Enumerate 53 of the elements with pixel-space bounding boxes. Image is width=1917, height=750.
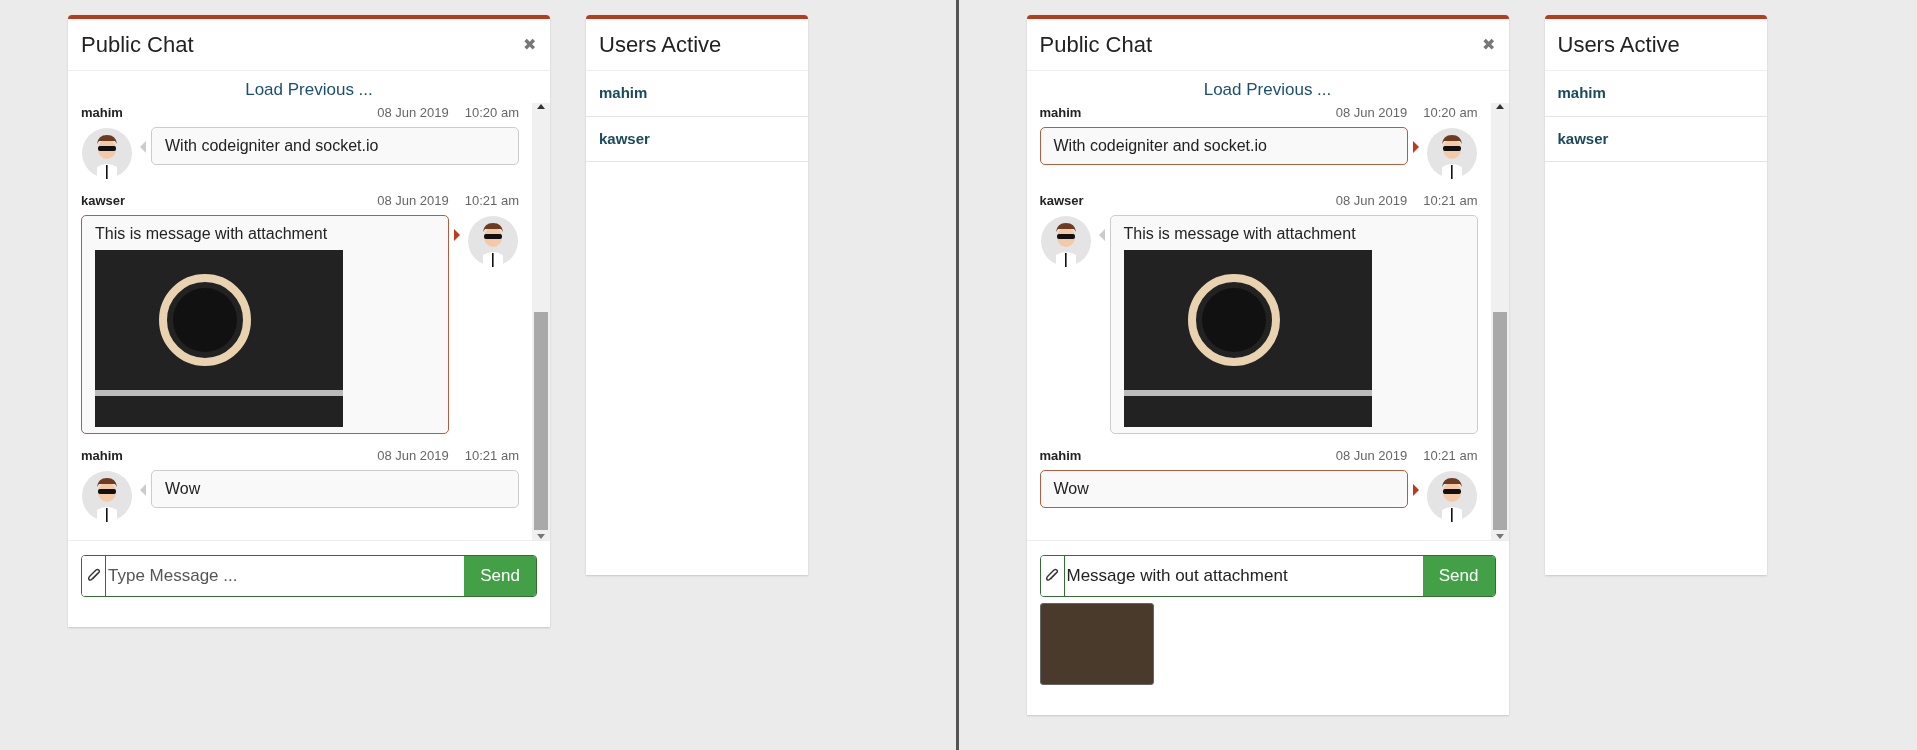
message-time: 10:21 am xyxy=(1423,446,1478,465)
message-text: With codeigniter and socket.io xyxy=(1053,135,1268,156)
message-composer[interactable]: Message with out attachment Send xyxy=(1039,554,1496,597)
message-text: Wow xyxy=(1053,478,1090,499)
load-previous-link[interactable]: Load Previous ... xyxy=(1203,77,1332,103)
panel-title: Public Chat xyxy=(1039,31,1152,59)
sender-name: kawser xyxy=(81,191,126,210)
message-date: 08 Jun 2019 xyxy=(1335,446,1408,465)
message-time: 10:21 am xyxy=(1423,191,1478,210)
message-date: 08 Jun 2019 xyxy=(1335,103,1408,122)
close-button[interactable]: ✖ xyxy=(523,32,536,57)
pointer-icon xyxy=(1098,228,1105,241)
sender-name: mahim xyxy=(81,446,123,465)
message-time: 10:21 am xyxy=(464,191,519,210)
avatar-icon xyxy=(467,214,519,267)
message-text: This is message with attachment xyxy=(1123,223,1357,244)
pointer-icon xyxy=(1412,140,1419,153)
sender-name: mahim xyxy=(1039,103,1082,122)
message-date: 08 Jun 2019 xyxy=(377,191,449,210)
panel-title: Users Active xyxy=(1557,31,1680,59)
close-button[interactable]: ✖ xyxy=(1481,32,1495,57)
pointer-icon xyxy=(1412,483,1419,496)
message-date: 08 Jun 2019 xyxy=(377,446,449,465)
avatar-icon xyxy=(1039,214,1092,267)
message-date: 08 Jun 2019 xyxy=(1335,191,1408,210)
message-time: 10:21 am xyxy=(464,446,519,465)
message-time: 10:20 am xyxy=(464,103,519,122)
load-previous-link[interactable]: Load Previous ... xyxy=(245,77,373,103)
paperclip-icon[interactable] xyxy=(1040,555,1065,596)
panel-title: Users Active xyxy=(599,31,722,59)
avatar-icon xyxy=(1425,126,1478,179)
sender-name: kawser xyxy=(1039,191,1084,210)
user-item[interactable]: kawser xyxy=(586,116,808,162)
scrollbar[interactable] xyxy=(532,102,550,540)
user-item[interactable]: kawser xyxy=(1544,116,1767,162)
user-item[interactable]: mahim xyxy=(586,71,808,117)
panel-title: Public Chat xyxy=(81,31,194,59)
scroll-up-icon[interactable] xyxy=(536,102,546,111)
avatar-icon xyxy=(81,126,133,179)
scrollbar[interactable] xyxy=(1490,102,1509,540)
sender-name: mahim xyxy=(1039,446,1082,465)
message-text: This is message with attachment xyxy=(95,223,329,244)
sender-name: mahim xyxy=(81,103,123,122)
message-text: With codeigniter and socket.io xyxy=(165,135,380,156)
user-item[interactable]: mahim xyxy=(1544,71,1767,117)
message-date: 08 Jun 2019 xyxy=(377,103,449,122)
message-time: 10:20 am xyxy=(1423,103,1478,122)
pointer-icon xyxy=(454,228,460,241)
scroll-up-icon[interactable] xyxy=(1494,102,1505,111)
paperclip-icon[interactable] xyxy=(82,555,106,596)
avatar-icon xyxy=(81,469,133,522)
avatar-icon xyxy=(1425,469,1478,522)
message-text: Wow xyxy=(165,478,202,499)
